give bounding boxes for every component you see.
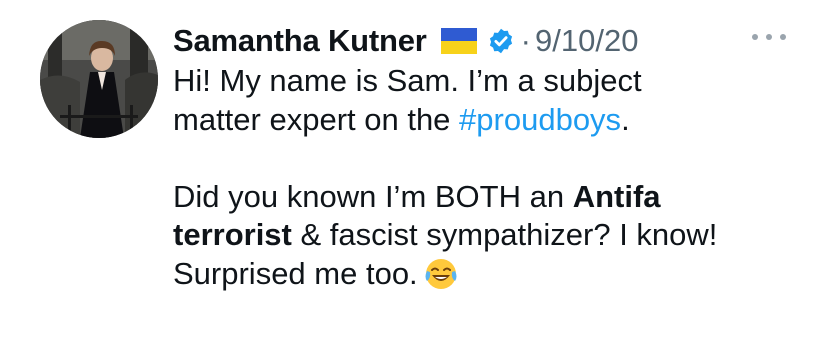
text-segment: . <box>621 101 630 137</box>
more-dot <box>752 34 758 40</box>
verified-badge-icon <box>487 27 515 55</box>
more-dot <box>780 34 786 40</box>
tweet-text-line: Hi! My name is Sam. I’m a subject <box>173 62 813 101</box>
paragraph-break <box>173 139 813 178</box>
tweet: Samantha Kutner · 9/10/20 Hi! My name is… <box>0 0 828 349</box>
header-separator: · <box>520 23 531 58</box>
bold-text: terrorist <box>173 217 292 252</box>
tweet-header: Samantha Kutner · 9/10/20 <box>173 18 638 64</box>
text-segment: matter expert on the <box>173 101 460 137</box>
avatar[interactable] <box>40 20 158 138</box>
more-options-icon[interactable] <box>752 30 786 44</box>
author-name[interactable]: Samantha Kutner <box>173 23 427 59</box>
tweet-text: Hi! My name is Sam. I’m a subject matter… <box>173 62 813 293</box>
text-segment: Surprised me too. <box>173 255 418 291</box>
tweet-text-line: Did you known I’m BOTH an Antifa <box>173 178 813 217</box>
text-segment: Hi! My name is Sam. I’m a subject <box>173 63 642 98</box>
ukraine-flag-icon <box>440 28 477 54</box>
hashtag-link[interactable]: #proudboys <box>459 102 621 137</box>
text-segment: & fascist sympathizer? I know! <box>291 217 718 252</box>
face-with-tears-of-joy-icon <box>424 257 458 291</box>
more-dot <box>766 34 772 40</box>
tweet-text-line: terrorist & fascist sympathizer? I know! <box>173 216 813 255</box>
tweet-text-line: matter expert on the #proudboys. <box>173 101 813 140</box>
tweet-text-line: Surprised me too. <box>173 255 813 294</box>
text-segment: Did you known I’m BOTH an <box>173 178 573 214</box>
tweet-date[interactable]: 9/10/20 <box>535 23 638 59</box>
bold-text: Antifa <box>572 178 661 214</box>
